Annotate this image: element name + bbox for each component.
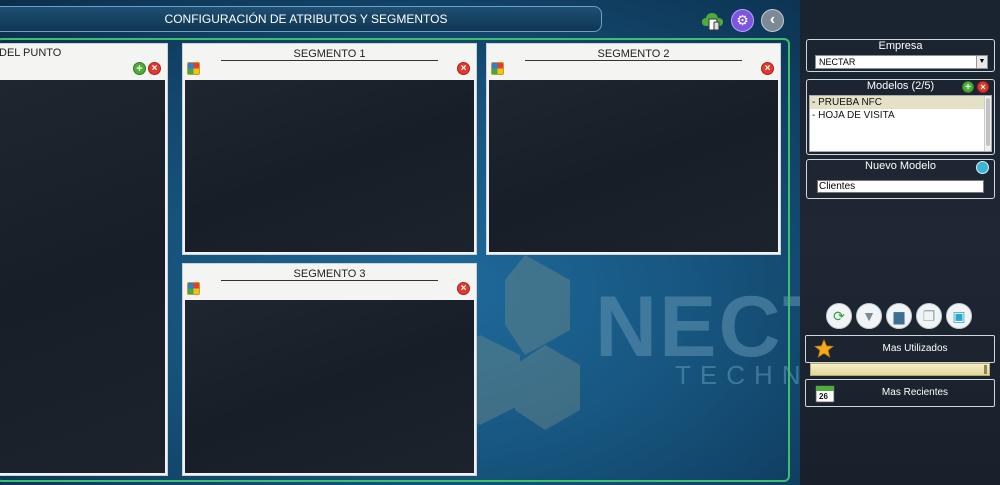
chevron-down-icon[interactable]: ▼ bbox=[976, 56, 987, 68]
print-icon: ▆ bbox=[893, 308, 905, 324]
print-button[interactable]: ▆ bbox=[886, 303, 912, 329]
scrollbar[interactable] bbox=[984, 96, 991, 151]
title-underline bbox=[525, 60, 742, 61]
title-underline bbox=[221, 280, 438, 281]
panel-body bbox=[185, 80, 474, 252]
panel-title: SEGMENTO 2 bbox=[597, 48, 670, 60]
mas-utilizados-list[interactable] bbox=[810, 363, 990, 376]
save-model-icon[interactable] bbox=[976, 161, 989, 174]
sidebar: Empresa NECTAR ▼ Modelos (2/5) + × - PRU… bbox=[800, 0, 1000, 485]
settings-button[interactable]: ⚙ bbox=[731, 9, 754, 32]
panel-header: SEGMENTO 1 × bbox=[183, 44, 476, 80]
mas-utilizados-button[interactable]: Mas Utilizados bbox=[805, 335, 995, 363]
empresa-value: NECTAR bbox=[819, 57, 856, 67]
scrollbar[interactable] bbox=[984, 365, 987, 374]
delete-icon[interactable]: × bbox=[457, 62, 470, 75]
mas-utilizados-label: Mas Utilizados bbox=[882, 343, 948, 354]
copy-button[interactable]: ❐ bbox=[916, 303, 942, 329]
chevron-left-icon: ‹ bbox=[769, 11, 776, 28]
modelos-section: Modelos (2/5) + × - PRUEBA NFC - HOJA DE… bbox=[806, 79, 995, 155]
scrollbar-thumb[interactable] bbox=[986, 98, 990, 146]
palette-icon[interactable] bbox=[187, 62, 200, 75]
gear-icon: ⚙ bbox=[736, 12, 749, 28]
refresh-button[interactable]: ⟳ bbox=[826, 303, 852, 329]
filter-icon: ▼ bbox=[862, 308, 876, 324]
palette-icon[interactable] bbox=[491, 62, 504, 75]
save-icon: ▣ bbox=[952, 308, 966, 324]
panel-segmento-2: SEGMENTO 2 × bbox=[486, 43, 781, 255]
cloud-device-button[interactable] bbox=[701, 9, 724, 32]
title-underline bbox=[221, 60, 438, 61]
delete-icon[interactable]: × bbox=[148, 62, 161, 75]
palette-icon[interactable] bbox=[187, 282, 200, 295]
panel-title: SEGMENTO 3 bbox=[293, 268, 366, 280]
add-model-icon[interactable]: + bbox=[962, 81, 974, 93]
list-item[interactable]: - PRUEBA NFC bbox=[810, 96, 991, 109]
copy-icon: ❐ bbox=[922, 308, 936, 324]
calendar-day: 26 bbox=[819, 392, 828, 401]
panel-segmento-1: SEGMENTO 1 × bbox=[182, 43, 477, 255]
panel-title: SEGMENTO 1 bbox=[293, 48, 366, 60]
delete-model-icon[interactable]: × bbox=[977, 81, 989, 93]
panel-segmento-3: SEGMENTO 3 × bbox=[182, 263, 477, 476]
nuevo-modelo-label: Nuevo Modelo bbox=[865, 160, 936, 172]
refresh-icon: ⟳ bbox=[833, 308, 845, 324]
panel-body bbox=[489, 80, 778, 252]
panel-header: SEGMENTO 2 × bbox=[487, 44, 780, 80]
panel-body bbox=[185, 300, 474, 473]
cloud-device-icon bbox=[702, 13, 723, 31]
filter-button[interactable]: ▼ bbox=[856, 303, 882, 329]
add-icon[interactable]: + bbox=[133, 62, 146, 75]
panel-body bbox=[0, 80, 165, 473]
panel-header: SEGMENTO 3 × bbox=[183, 264, 476, 300]
mas-recientes-label: Mas Recientes bbox=[881, 387, 949, 398]
delete-icon[interactable]: × bbox=[761, 62, 774, 75]
delete-icon[interactable]: × bbox=[457, 282, 470, 295]
list-item[interactable]: - HOJA DE VISITA bbox=[810, 109, 991, 122]
mas-recientes-button[interactable]: 26 Mas Recientes bbox=[805, 379, 995, 407]
modelos-list[interactable]: - PRUEBA NFC - HOJA DE VISITA bbox=[809, 95, 992, 152]
empresa-label: Empresa bbox=[878, 40, 923, 52]
empresa-section: Empresa NECTAR ▼ bbox=[806, 39, 995, 72]
save-button[interactable]: ▣ bbox=[946, 303, 972, 329]
panel-del-punto: DEL PUNTO + × bbox=[0, 43, 168, 476]
panel-header: DEL PUNTO + × bbox=[0, 44, 167, 80]
main-area: NECT TECHNO CONFIGURACIÓN DE ATRIBUTOS Y… bbox=[0, 0, 800, 485]
back-button[interactable]: ‹ bbox=[761, 9, 784, 32]
nuevo-modelo-section: Nuevo Modelo Clientes bbox=[806, 159, 995, 199]
page-title: CONFIGURACIÓN DE ATRIBUTOS Y SEGMENTOS bbox=[0, 6, 602, 32]
star-icon bbox=[814, 339, 834, 358]
panel-title: DEL PUNTO bbox=[0, 47, 62, 59]
nuevo-modelo-input[interactable]: Clientes bbox=[817, 180, 984, 193]
empresa-select[interactable]: NECTAR ▼ bbox=[815, 55, 988, 69]
